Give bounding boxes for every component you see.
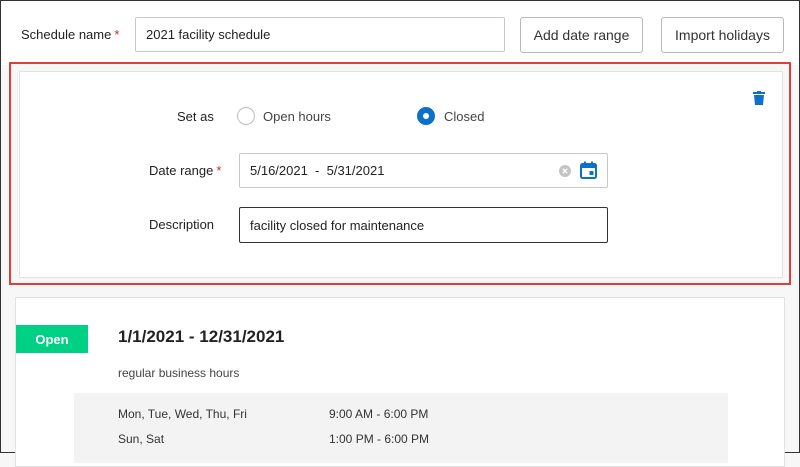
date-range-input[interactable]: 5/16/2021 - 5/31/2021 <box>239 153 608 188</box>
calendar-icon[interactable] <box>580 161 597 179</box>
schedule-name-value: 2021 facility schedule <box>146 27 271 42</box>
date-range-value: 5/16/2021 - 5/31/2021 <box>250 163 385 178</box>
radio-closed[interactable] <box>417 107 435 125</box>
description-label: Description <box>149 217 215 232</box>
description-input[interactable]: facility closed for maintenance <box>239 207 608 243</box>
schedule-range-title: 1/1/2021 - 12/31/2021 <box>118 327 285 346</box>
description-value: facility closed for maintenance <box>250 217 425 233</box>
radio-open-hours[interactable] <box>237 107 255 125</box>
import-holidays-button[interactable]: Import holidays <box>661 17 784 53</box>
set-as-label: Set as <box>177 109 214 124</box>
date-range-label-wrap: Date range * <box>149 163 221 178</box>
date-range-required-mark: * <box>216 163 222 178</box>
schedule-description: regular business hours <box>118 366 240 380</box>
hours-row-time: 9:00 AM - 6:00 PM <box>329 407 429 421</box>
schedule-name-input[interactable]: 2021 facility schedule <box>135 17 505 52</box>
status-badge: Open <box>16 325 88 353</box>
schedule-name-label-wrap: Schedule name * <box>21 27 119 42</box>
hours-row-days: Mon, Tue, Wed, Thu, Fri <box>118 407 247 421</box>
required-mark: * <box>114 27 120 42</box>
hours-row-days: Sun, Sat <box>118 432 165 446</box>
hours-row-time: 1:00 PM - 6:00 PM <box>329 432 430 446</box>
date-range-label: Date range <box>149 163 214 178</box>
closed-label[interactable]: Closed <box>444 109 484 124</box>
open-hours-label[interactable]: Open hours <box>263 109 331 124</box>
schedule-name-label: Schedule name <box>21 27 112 42</box>
clear-icon[interactable] <box>559 165 571 177</box>
trash-icon[interactable] <box>753 91 765 105</box>
add-date-range-button[interactable]: Add date range <box>520 17 643 53</box>
